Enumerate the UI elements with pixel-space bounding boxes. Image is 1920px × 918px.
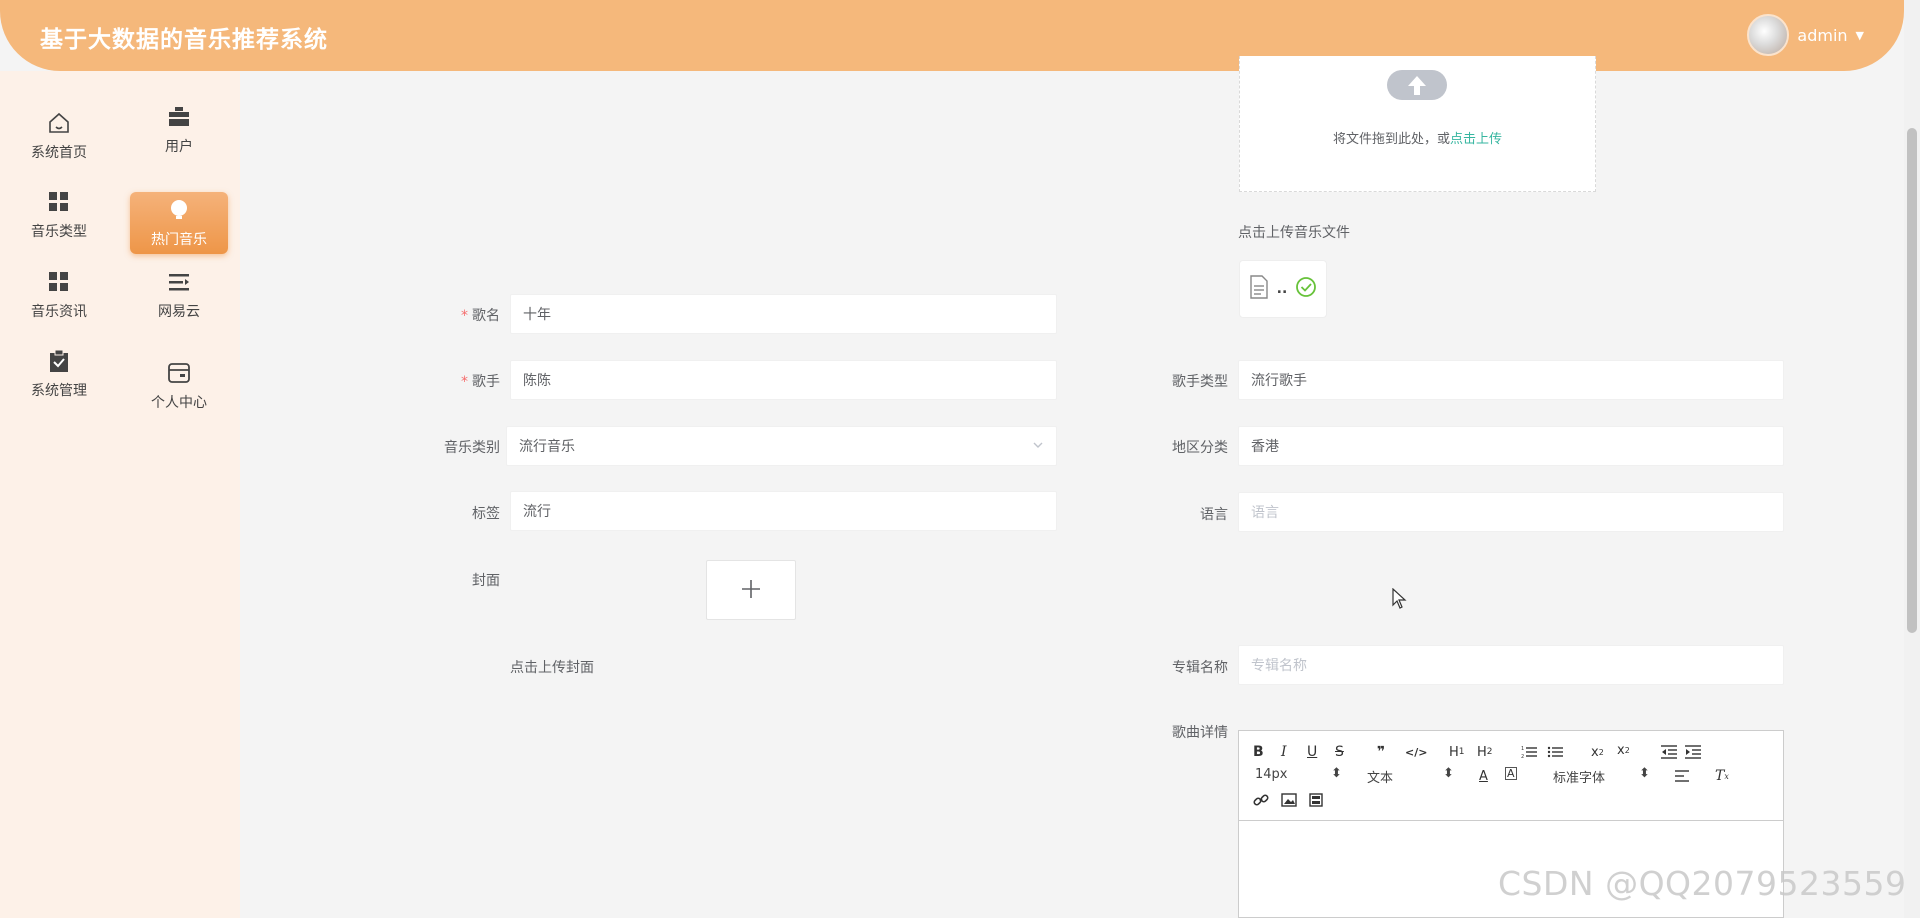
watermark: CSDN @QQ2079523559	[1498, 864, 1907, 903]
sidebar-item-netease[interactable]: 网易云	[130, 264, 228, 326]
bullet-list-icon[interactable]	[1547, 743, 1563, 761]
clear-format-icon[interactable]: Tx	[1715, 767, 1729, 785]
chevron-down-icon	[1032, 439, 1044, 454]
font-family-select[interactable]: 标准字体	[1553, 767, 1605, 786]
updown-icon[interactable]: ⬍	[1639, 766, 1650, 781]
clipboard-check-icon	[46, 348, 72, 374]
language-label: 语言	[1200, 507, 1228, 523]
underline-icon[interactable]: U	[1307, 743, 1317, 761]
sidebar-item-label: 网易云	[158, 304, 200, 320]
region-input[interactable]: 香港	[1238, 426, 1784, 466]
video-icon[interactable]	[1309, 791, 1323, 809]
singer-type-input[interactable]: 流行歌手	[1238, 360, 1784, 400]
album-input[interactable]: 专辑名称	[1238, 645, 1784, 685]
font-color-icon[interactable]: A	[1479, 767, 1488, 785]
username[interactable]: admin	[1797, 26, 1847, 45]
editor-toolbar: B I U S ❞ </> H1 H2 12 x2 x2 14px ⬍ 文本 ⬍…	[1239, 731, 1783, 821]
sidebar-item-music-news[interactable]: 音乐资讯	[10, 264, 108, 326]
app-title: 基于大数据的音乐推荐系统	[40, 27, 328, 53]
sidebar-item-hot-music[interactable]: 热门音乐	[130, 192, 228, 254]
cloud-upload-icon	[1387, 70, 1447, 100]
align-icon[interactable]	[1675, 767, 1689, 785]
svg-text:2: 2	[1521, 754, 1524, 759]
tags-label: 标签	[472, 506, 500, 522]
upload-drag-text: 将文件拖到此处，或	[1332, 132, 1450, 147]
header1-icon[interactable]: H1	[1449, 743, 1465, 761]
sidebar-item-label: 用户	[165, 139, 193, 155]
file-name: ..	[1276, 281, 1288, 297]
font-size-select[interactable]: 14px	[1255, 767, 1288, 782]
sidebar-item-home[interactable]: 系统首页	[10, 105, 108, 167]
header2-icon[interactable]: H2	[1477, 743, 1493, 761]
page-scrollbar[interactable]	[1904, 0, 1920, 918]
briefcase-icon	[166, 104, 192, 130]
updown-icon[interactable]: ⬍	[1331, 766, 1342, 781]
sidebar-item-label: 音乐类型	[31, 224, 87, 240]
song-name-label: 歌名	[472, 308, 500, 324]
ordered-list-icon[interactable]: 12	[1521, 743, 1537, 761]
cover-upload-button[interactable]	[706, 560, 796, 620]
sidebar-item-label: 音乐资讯	[31, 304, 87, 320]
uploaded-file-card[interactable]: ..	[1239, 260, 1327, 318]
superscript-icon[interactable]: x2	[1617, 741, 1630, 759]
tags-input[interactable]: 流行	[510, 491, 1057, 531]
header-type-select[interactable]: 文本	[1367, 767, 1393, 786]
music-upload-hint: 点击上传音乐文件	[1238, 225, 1350, 241]
region-label: 地区分类	[1172, 440, 1228, 456]
code-block-icon[interactable]: </>	[1405, 743, 1427, 761]
album-label: 专辑名称	[1172, 660, 1228, 676]
plus-icon	[740, 573, 762, 608]
avatar[interactable]	[1747, 14, 1790, 56]
list-icon	[166, 269, 192, 295]
music-category-select[interactable]: 流行音乐	[506, 426, 1057, 466]
background-color-icon[interactable]: A	[1505, 767, 1517, 780]
user-menu[interactable]: admin ▼	[1747, 14, 1864, 56]
check-circle-icon	[1295, 276, 1317, 302]
outdent-icon[interactable]	[1661, 743, 1677, 761]
chevron-down-icon[interactable]: ▼	[1856, 29, 1864, 42]
singer-label: 歌手	[472, 374, 500, 390]
sidebar-item-label: 热门音乐	[151, 232, 207, 248]
mouse-cursor-icon	[1392, 587, 1408, 614]
italic-icon[interactable]: I	[1281, 743, 1287, 761]
cover-upload-hint: 点击上传封面	[510, 660, 594, 676]
sidebar-item-system[interactable]: 系统管理	[10, 343, 108, 405]
upload-click-link[interactable]: 点击上传	[1450, 132, 1502, 147]
image-icon[interactable]	[1281, 791, 1297, 809]
language-input[interactable]: 语言	[1238, 492, 1784, 532]
strike-icon[interactable]: S	[1335, 743, 1344, 761]
svg-text:1: 1	[1521, 746, 1524, 752]
blockquote-icon[interactable]: ❞	[1377, 743, 1385, 761]
music-category-value: 流行音乐	[519, 439, 575, 455]
top-header: 基于大数据的音乐推荐系统 admin ▼	[0, 0, 1904, 71]
singer-type-label: 歌手类型	[1172, 374, 1228, 390]
sidebar-item-profile[interactable]: 个人中心	[130, 355, 228, 417]
bulb-icon	[166, 197, 192, 223]
bold-icon[interactable]: B	[1253, 743, 1264, 761]
subscript-icon[interactable]: x2	[1591, 743, 1604, 761]
sidebar-item-label: 系统管理	[31, 383, 87, 399]
link-icon[interactable]	[1253, 791, 1269, 809]
grid-icon	[46, 189, 72, 215]
singer-input[interactable]: 陈陈	[510, 360, 1057, 400]
sidebar-item-label: 个人中心	[151, 395, 207, 411]
sidebar-item-label: 系统首页	[31, 145, 87, 161]
home-icon	[46, 110, 72, 136]
card-icon	[166, 360, 192, 386]
sidebar-item-users[interactable]: 用户	[130, 99, 228, 161]
details-label: 歌曲详情	[1172, 725, 1228, 741]
scrollbar-thumb[interactable]	[1907, 128, 1917, 633]
sidebar: 系统首页 用户 音乐类型 热门音乐 音乐资讯 网易云 系统管理 个人中心	[0, 71, 240, 918]
music-category-label: 音乐类别	[444, 440, 500, 456]
indent-icon[interactable]	[1685, 743, 1701, 761]
updown-icon[interactable]: ⬍	[1443, 766, 1454, 781]
music-upload-dropzone[interactable]: 将文件拖到此处，或点击上传	[1239, 56, 1596, 192]
cover-label: 封面	[472, 573, 500, 589]
song-name-input[interactable]: 十年	[510, 294, 1057, 334]
sidebar-item-music-type[interactable]: 音乐类型	[10, 184, 108, 246]
grid-icon	[46, 269, 72, 295]
file-icon	[1249, 275, 1269, 303]
